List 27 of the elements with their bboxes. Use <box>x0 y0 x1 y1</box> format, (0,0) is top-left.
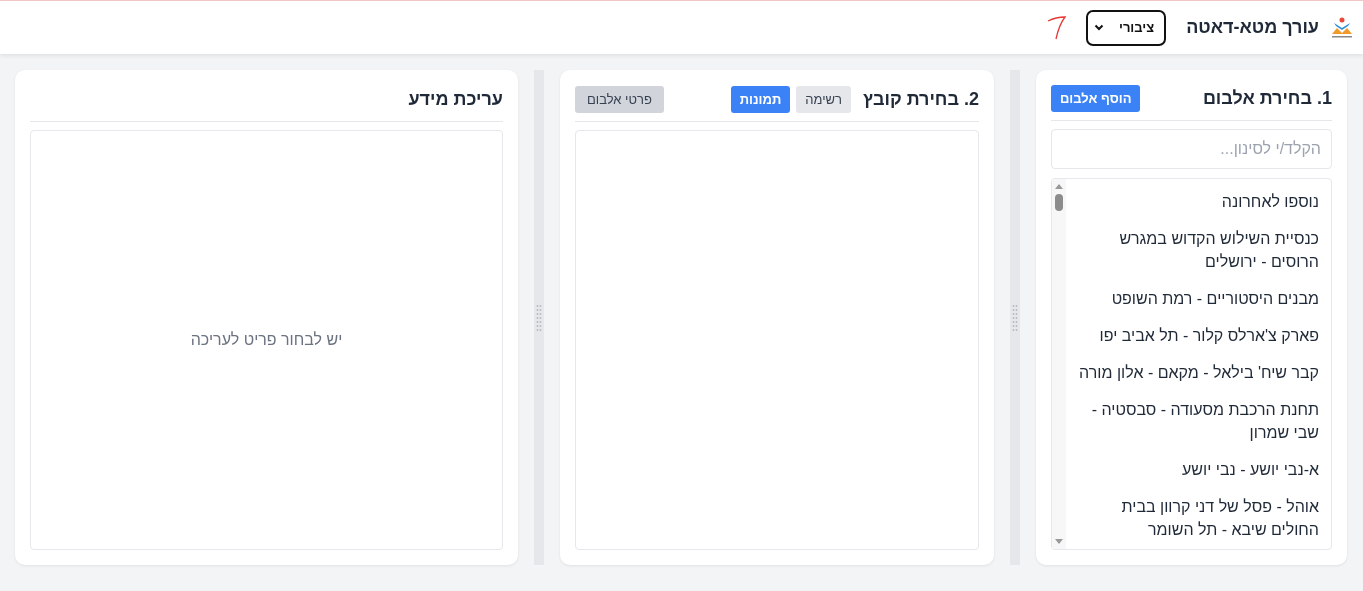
album-item[interactable]: תחנת הרכבת מסעודה - סבסטיה - שבי שמרון <box>1076 390 1319 451</box>
panel-title: 1. בחירת אלבום <box>1201 88 1332 110</box>
album-item[interactable]: נוספו לאחרונה <box>1076 182 1319 220</box>
album-item[interactable]: קבר שיח' בילאל - מקאם - אלון מורה <box>1076 353 1319 391</box>
album-item[interactable]: מבנים היסטוריים - רמת השופט <box>1076 279 1319 317</box>
chevron-down-icon <box>1094 24 1105 31</box>
add-album-button[interactable]: הוסף אלבום <box>1051 85 1141 113</box>
album-details-button[interactable]: פרטי אלבום <box>575 86 664 113</box>
resize-handle[interactable] <box>534 70 544 565</box>
app-title: עורך מטא-דאטה <box>1186 17 1319 38</box>
scroll-thumb[interactable] <box>1055 193 1063 211</box>
view-tab[interactable]: רשימה <box>796 86 852 113</box>
album-item[interactable]: כנסיית השילוש הקדוש במגרש הרוסים - ירושלים <box>1076 219 1319 280</box>
filter-field[interactable]: הקלד/י לסינון... <box>1051 128 1332 169</box>
scrollbar[interactable] <box>1052 178 1066 549</box>
panel-title: עריכת מידע <box>408 89 503 110</box>
scribble-mark <box>1046 14 1069 41</box>
album-item[interactable]: אוהל - פסל של דני קרוון בבית החולים שיבא - תל השומר <box>1076 487 1319 548</box>
album-item[interactable]: א-נבי יושע - נבי יושע <box>1076 450 1319 488</box>
empty-message: יש לבחור פריט לעריכה <box>190 331 343 349</box>
panel-title: 2. בחירת קובץ <box>863 89 979 110</box>
resize-handle[interactable] <box>1010 70 1020 565</box>
scroll-down-icon[interactable] <box>1054 538 1064 546</box>
album-item[interactable]: פארק צ'ארלס קלור - תל אביב יפו <box>1076 316 1319 354</box>
logo-icon <box>1329 16 1355 39</box>
view-tab[interactable]: תמונות <box>730 86 791 113</box>
visibility-select[interactable]: ציבורי <box>1086 9 1167 46</box>
